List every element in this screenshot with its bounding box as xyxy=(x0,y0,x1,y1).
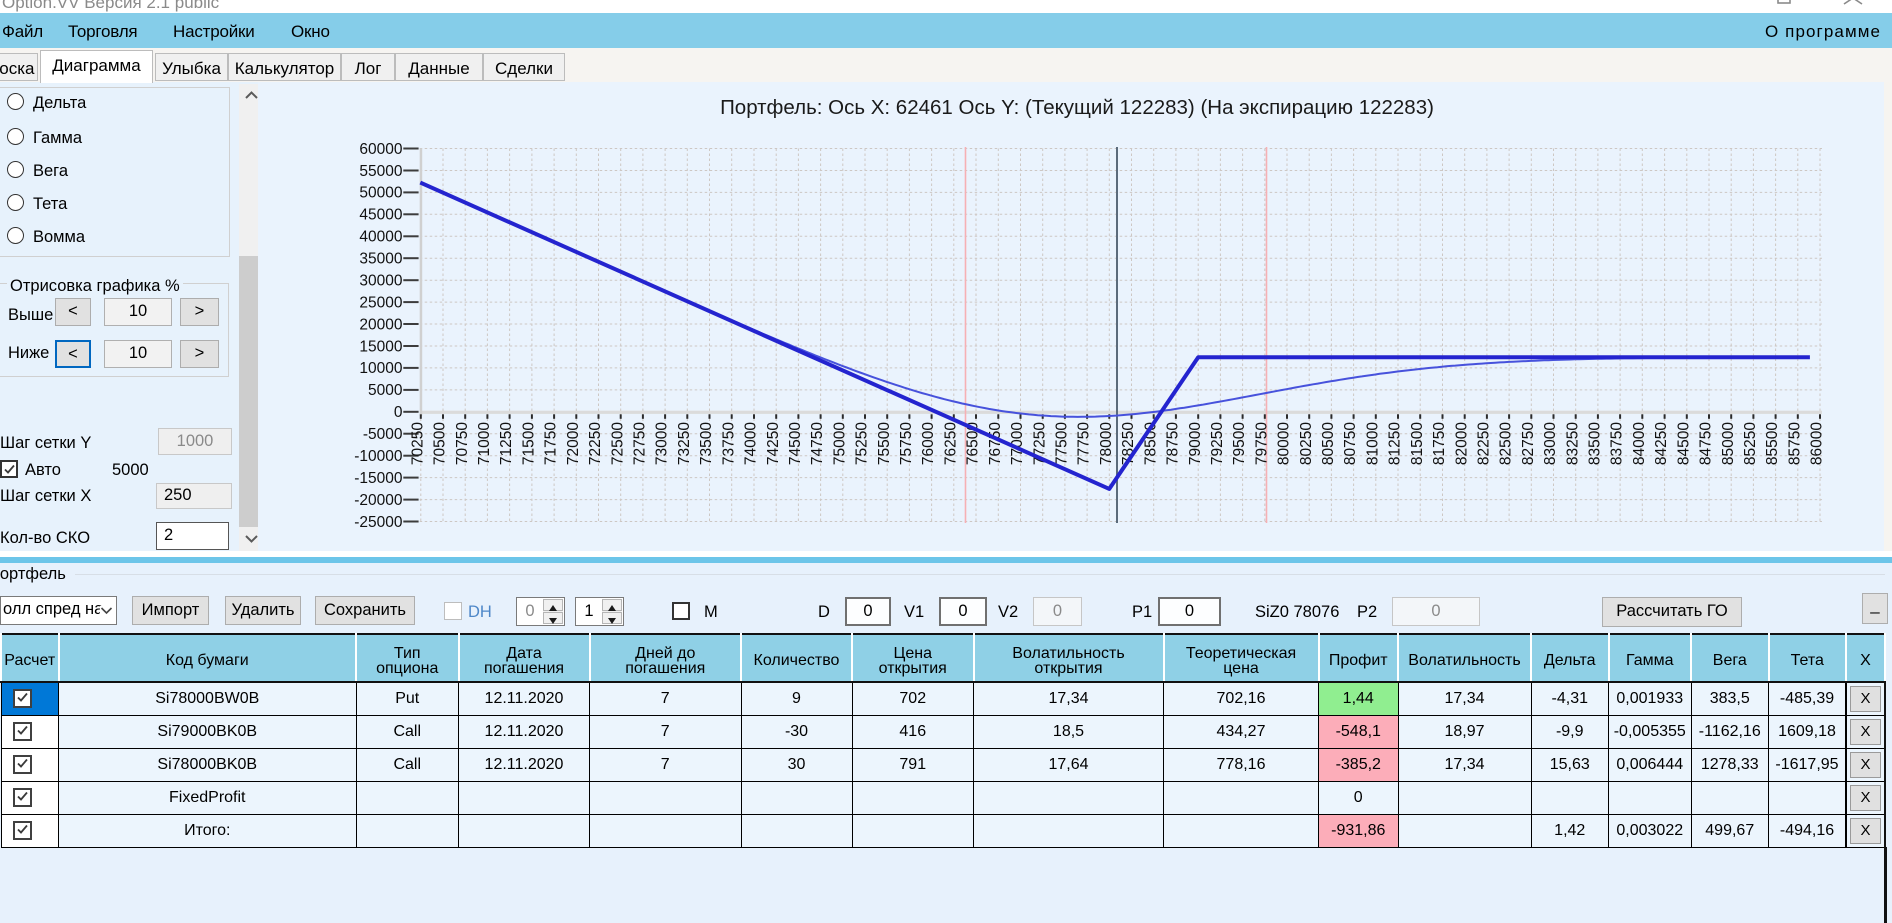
svg-text:86000: 86000 xyxy=(1809,422,1826,465)
svg-text:-25000: -25000 xyxy=(354,514,403,531)
svg-text:-20000: -20000 xyxy=(354,492,403,509)
svg-text:73000: 73000 xyxy=(654,422,671,465)
svg-text:-10000: -10000 xyxy=(354,448,403,465)
svg-text:55000: 55000 xyxy=(359,163,402,180)
svg-text:73500: 73500 xyxy=(698,422,715,465)
svg-text:81750: 81750 xyxy=(1431,422,1448,465)
svg-text:77500: 77500 xyxy=(1054,422,1071,465)
svg-text:80000: 80000 xyxy=(1276,422,1293,465)
svg-text:73750: 73750 xyxy=(720,422,737,465)
svg-text:72000: 72000 xyxy=(565,422,582,465)
svg-text:74250: 74250 xyxy=(765,422,782,465)
svg-text:76250: 76250 xyxy=(942,422,959,465)
svg-text:71500: 71500 xyxy=(521,422,538,465)
svg-text:70250: 70250 xyxy=(409,422,426,465)
svg-text:45000: 45000 xyxy=(359,207,402,224)
svg-text:74750: 74750 xyxy=(809,422,826,465)
svg-text:72250: 72250 xyxy=(587,422,604,465)
svg-text:75500: 75500 xyxy=(876,422,893,465)
svg-text:76750: 76750 xyxy=(987,422,1004,465)
svg-text:74500: 74500 xyxy=(787,422,804,465)
svg-text:83750: 83750 xyxy=(1609,422,1626,465)
svg-text:70750: 70750 xyxy=(454,422,471,465)
svg-text:80750: 80750 xyxy=(1342,422,1359,465)
svg-text:77750: 77750 xyxy=(1076,422,1093,465)
svg-text:72500: 72500 xyxy=(609,422,626,465)
svg-text:79500: 79500 xyxy=(1231,422,1248,465)
svg-text:71000: 71000 xyxy=(476,422,493,465)
svg-text:84750: 84750 xyxy=(1698,422,1715,465)
svg-text:85500: 85500 xyxy=(1764,422,1781,465)
svg-text:72750: 72750 xyxy=(632,422,649,465)
svg-text:82250: 82250 xyxy=(1476,422,1493,465)
svg-text:70500: 70500 xyxy=(432,422,449,465)
svg-text:84000: 84000 xyxy=(1631,422,1648,465)
svg-text:75750: 75750 xyxy=(898,422,915,465)
svg-text:82750: 82750 xyxy=(1520,422,1537,465)
svg-text:78750: 78750 xyxy=(1165,422,1182,465)
svg-text:83000: 83000 xyxy=(1542,422,1559,465)
svg-text:78000: 78000 xyxy=(1098,422,1115,465)
svg-text:85750: 85750 xyxy=(1786,422,1803,465)
svg-text:85250: 85250 xyxy=(1742,422,1759,465)
svg-text:83250: 83250 xyxy=(1564,422,1581,465)
svg-text:84250: 84250 xyxy=(1653,422,1670,465)
svg-text:74000: 74000 xyxy=(743,422,760,465)
svg-text:81000: 81000 xyxy=(1364,422,1381,465)
svg-text:Портфель: Ось X: 62461 Ось Y:: Портфель: Ось X: 62461 Ось Y: (Текущий 1… xyxy=(720,96,1434,119)
svg-text:71750: 71750 xyxy=(543,422,560,465)
svg-text:75000: 75000 xyxy=(831,422,848,465)
svg-text:71250: 71250 xyxy=(498,422,515,465)
svg-text:0: 0 xyxy=(394,404,403,421)
svg-text:73250: 73250 xyxy=(676,422,693,465)
svg-text:75250: 75250 xyxy=(854,422,871,465)
svg-text:25000: 25000 xyxy=(359,294,402,311)
svg-text:40000: 40000 xyxy=(359,229,402,246)
svg-text:60000: 60000 xyxy=(359,141,402,158)
svg-text:85000: 85000 xyxy=(1720,422,1737,465)
svg-text:20000: 20000 xyxy=(359,316,402,333)
svg-text:84500: 84500 xyxy=(1675,422,1692,465)
svg-text:79250: 79250 xyxy=(1209,422,1226,465)
svg-text:83500: 83500 xyxy=(1587,422,1604,465)
svg-text:-5000: -5000 xyxy=(363,426,403,443)
svg-text:79000: 79000 xyxy=(1187,422,1204,465)
svg-text:82500: 82500 xyxy=(1498,422,1515,465)
svg-text:-15000: -15000 xyxy=(354,470,403,487)
svg-text:30000: 30000 xyxy=(359,273,402,290)
svg-text:76000: 76000 xyxy=(920,422,937,465)
svg-text:15000: 15000 xyxy=(359,338,402,355)
svg-text:81250: 81250 xyxy=(1387,422,1404,465)
svg-text:80250: 80250 xyxy=(1298,422,1315,465)
svg-text:5000: 5000 xyxy=(368,382,403,399)
svg-text:79750: 79750 xyxy=(1253,422,1270,465)
svg-text:10000: 10000 xyxy=(359,360,402,377)
svg-text:35000: 35000 xyxy=(359,251,402,268)
svg-text:82000: 82000 xyxy=(1453,422,1470,465)
svg-text:50000: 50000 xyxy=(359,185,402,202)
svg-text:81500: 81500 xyxy=(1409,422,1426,465)
svg-text:80500: 80500 xyxy=(1320,422,1337,465)
